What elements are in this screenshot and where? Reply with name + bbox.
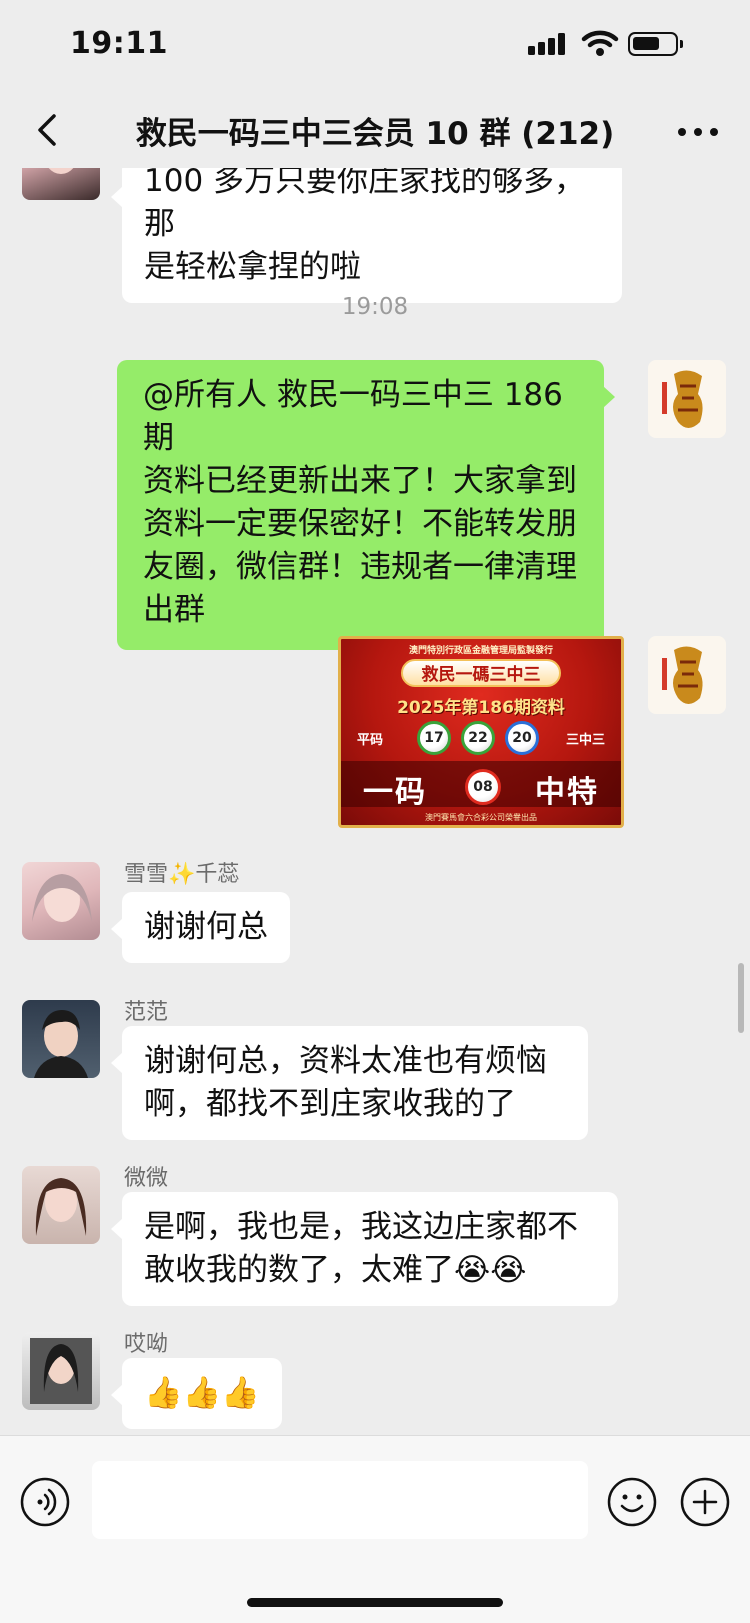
message-text: 友圈，微信群！违规者一律清理 bbox=[143, 549, 577, 585]
message-text: @所有人 救民一码三中三 186 期 bbox=[143, 377, 563, 456]
image-big-right: 中特 bbox=[535, 775, 599, 810]
message-text: 敢收我的数了，太难了😭😭 bbox=[144, 1252, 527, 1288]
message-bubble[interactable]: 👍👍👍 bbox=[111, 1358, 282, 1429]
input-bar bbox=[0, 1435, 750, 1623]
image-footer: 澳門賽馬會六合彩公司榮譽出品 bbox=[425, 813, 537, 822]
message-text: 啊，都找不到庄家收我的了 bbox=[144, 1086, 516, 1122]
avatar-self[interactable] bbox=[648, 636, 726, 714]
avatar[interactable] bbox=[22, 862, 100, 940]
message-text: 出群 bbox=[143, 592, 205, 628]
message-text: 谢谢何总 bbox=[144, 909, 268, 945]
message-bubble[interactable]: 谢谢何总，资料太准也有烦恼 啊，都找不到庄家收我的了 bbox=[111, 1026, 588, 1140]
message-text: 谢谢何总，资料太准也有烦恼 bbox=[144, 1043, 547, 1079]
avatar-self[interactable] bbox=[648, 360, 726, 438]
number-ball: 20 bbox=[505, 721, 539, 755]
avatar[interactable] bbox=[22, 1000, 100, 1078]
message-text: 资料已经更新出来了！大家拿到 bbox=[143, 463, 577, 499]
chat-history[interactable]: 100 多万只要你庄家找的够多，那 是轻松拿捏的啦 19:08 @所有人 救民一… bbox=[0, 168, 750, 1435]
home-indicator bbox=[247, 1598, 503, 1607]
message-text: 100 多万只要你庄家找的够多，那 bbox=[144, 168, 586, 242]
wifi-icon bbox=[581, 30, 619, 56]
image-subtitle: 2025年第186期资料 bbox=[397, 698, 565, 718]
emoji-icon[interactable] bbox=[606, 1476, 658, 1528]
message-text: 资料一定要保密好！不能转发朋 bbox=[143, 506, 577, 542]
avatar[interactable] bbox=[22, 1332, 100, 1410]
sender-name: 微微 bbox=[124, 1166, 169, 1191]
message-text: 是轻松拿捏的啦 bbox=[144, 249, 361, 285]
back-icon[interactable] bbox=[28, 110, 68, 150]
message-bubble[interactable]: 谢谢何总 bbox=[111, 892, 290, 963]
avatar[interactable] bbox=[22, 1166, 100, 1244]
battery-icon bbox=[628, 32, 683, 56]
image-left-label: 平码 bbox=[357, 733, 384, 748]
message-bubble[interactable]: 100 多万只要你庄家找的够多，那 是轻松拿捏的啦 bbox=[111, 168, 622, 303]
lottery-image[interactable]: 澳門特別行政區金融管理局監製發行 救民一碼三中三 2025年第186期资料 平码… bbox=[338, 636, 624, 828]
image-top-text: 澳門特別行政區金融管理局監製發行 bbox=[408, 646, 553, 656]
sender-name: 哎呦 bbox=[124, 1332, 169, 1357]
status-bar: 19:11 bbox=[0, 0, 750, 92]
more-icon[interactable] bbox=[678, 128, 718, 136]
message-input[interactable] bbox=[92, 1461, 588, 1539]
sender-name: 雪雪✨千蕊 bbox=[124, 862, 240, 887]
message-text: 👍👍👍 bbox=[144, 1375, 260, 1411]
number-ball: 17 bbox=[417, 721, 451, 755]
time-stamp: 19:08 bbox=[341, 294, 409, 320]
number-ball: 22 bbox=[461, 721, 495, 755]
image-right-label: 三中三 bbox=[565, 733, 605, 748]
status-time: 19:11 bbox=[70, 26, 168, 61]
navigation-bar: 救民一码三中三会员 10 群 (212) bbox=[0, 92, 750, 168]
plus-icon[interactable] bbox=[679, 1476, 731, 1528]
avatar[interactable] bbox=[22, 168, 100, 200]
image-title: 救民一碼三中三 bbox=[401, 659, 561, 687]
message-bubble[interactable]: 是啊，我也是，我这边庄家都不 敢收我的数了，太难了😭😭 bbox=[111, 1192, 618, 1306]
message-text: 是啊，我也是，我这边庄家都不 bbox=[144, 1209, 578, 1245]
image-big-left: 一码 bbox=[363, 775, 427, 810]
message-bubble[interactable]: @所有人 救民一码三中三 186 期 资料已经更新出来了！大家拿到 资料一定要保… bbox=[117, 360, 615, 650]
chat-title: 救民一码三中三会员 10 群 (212) bbox=[135, 116, 615, 152]
sender-name: 范范 bbox=[124, 1000, 169, 1025]
scrollbar[interactable] bbox=[738, 963, 744, 1033]
voice-icon[interactable] bbox=[19, 1476, 71, 1528]
special-ball: 08 bbox=[465, 769, 501, 805]
cellular-signal-icon bbox=[528, 33, 568, 55]
